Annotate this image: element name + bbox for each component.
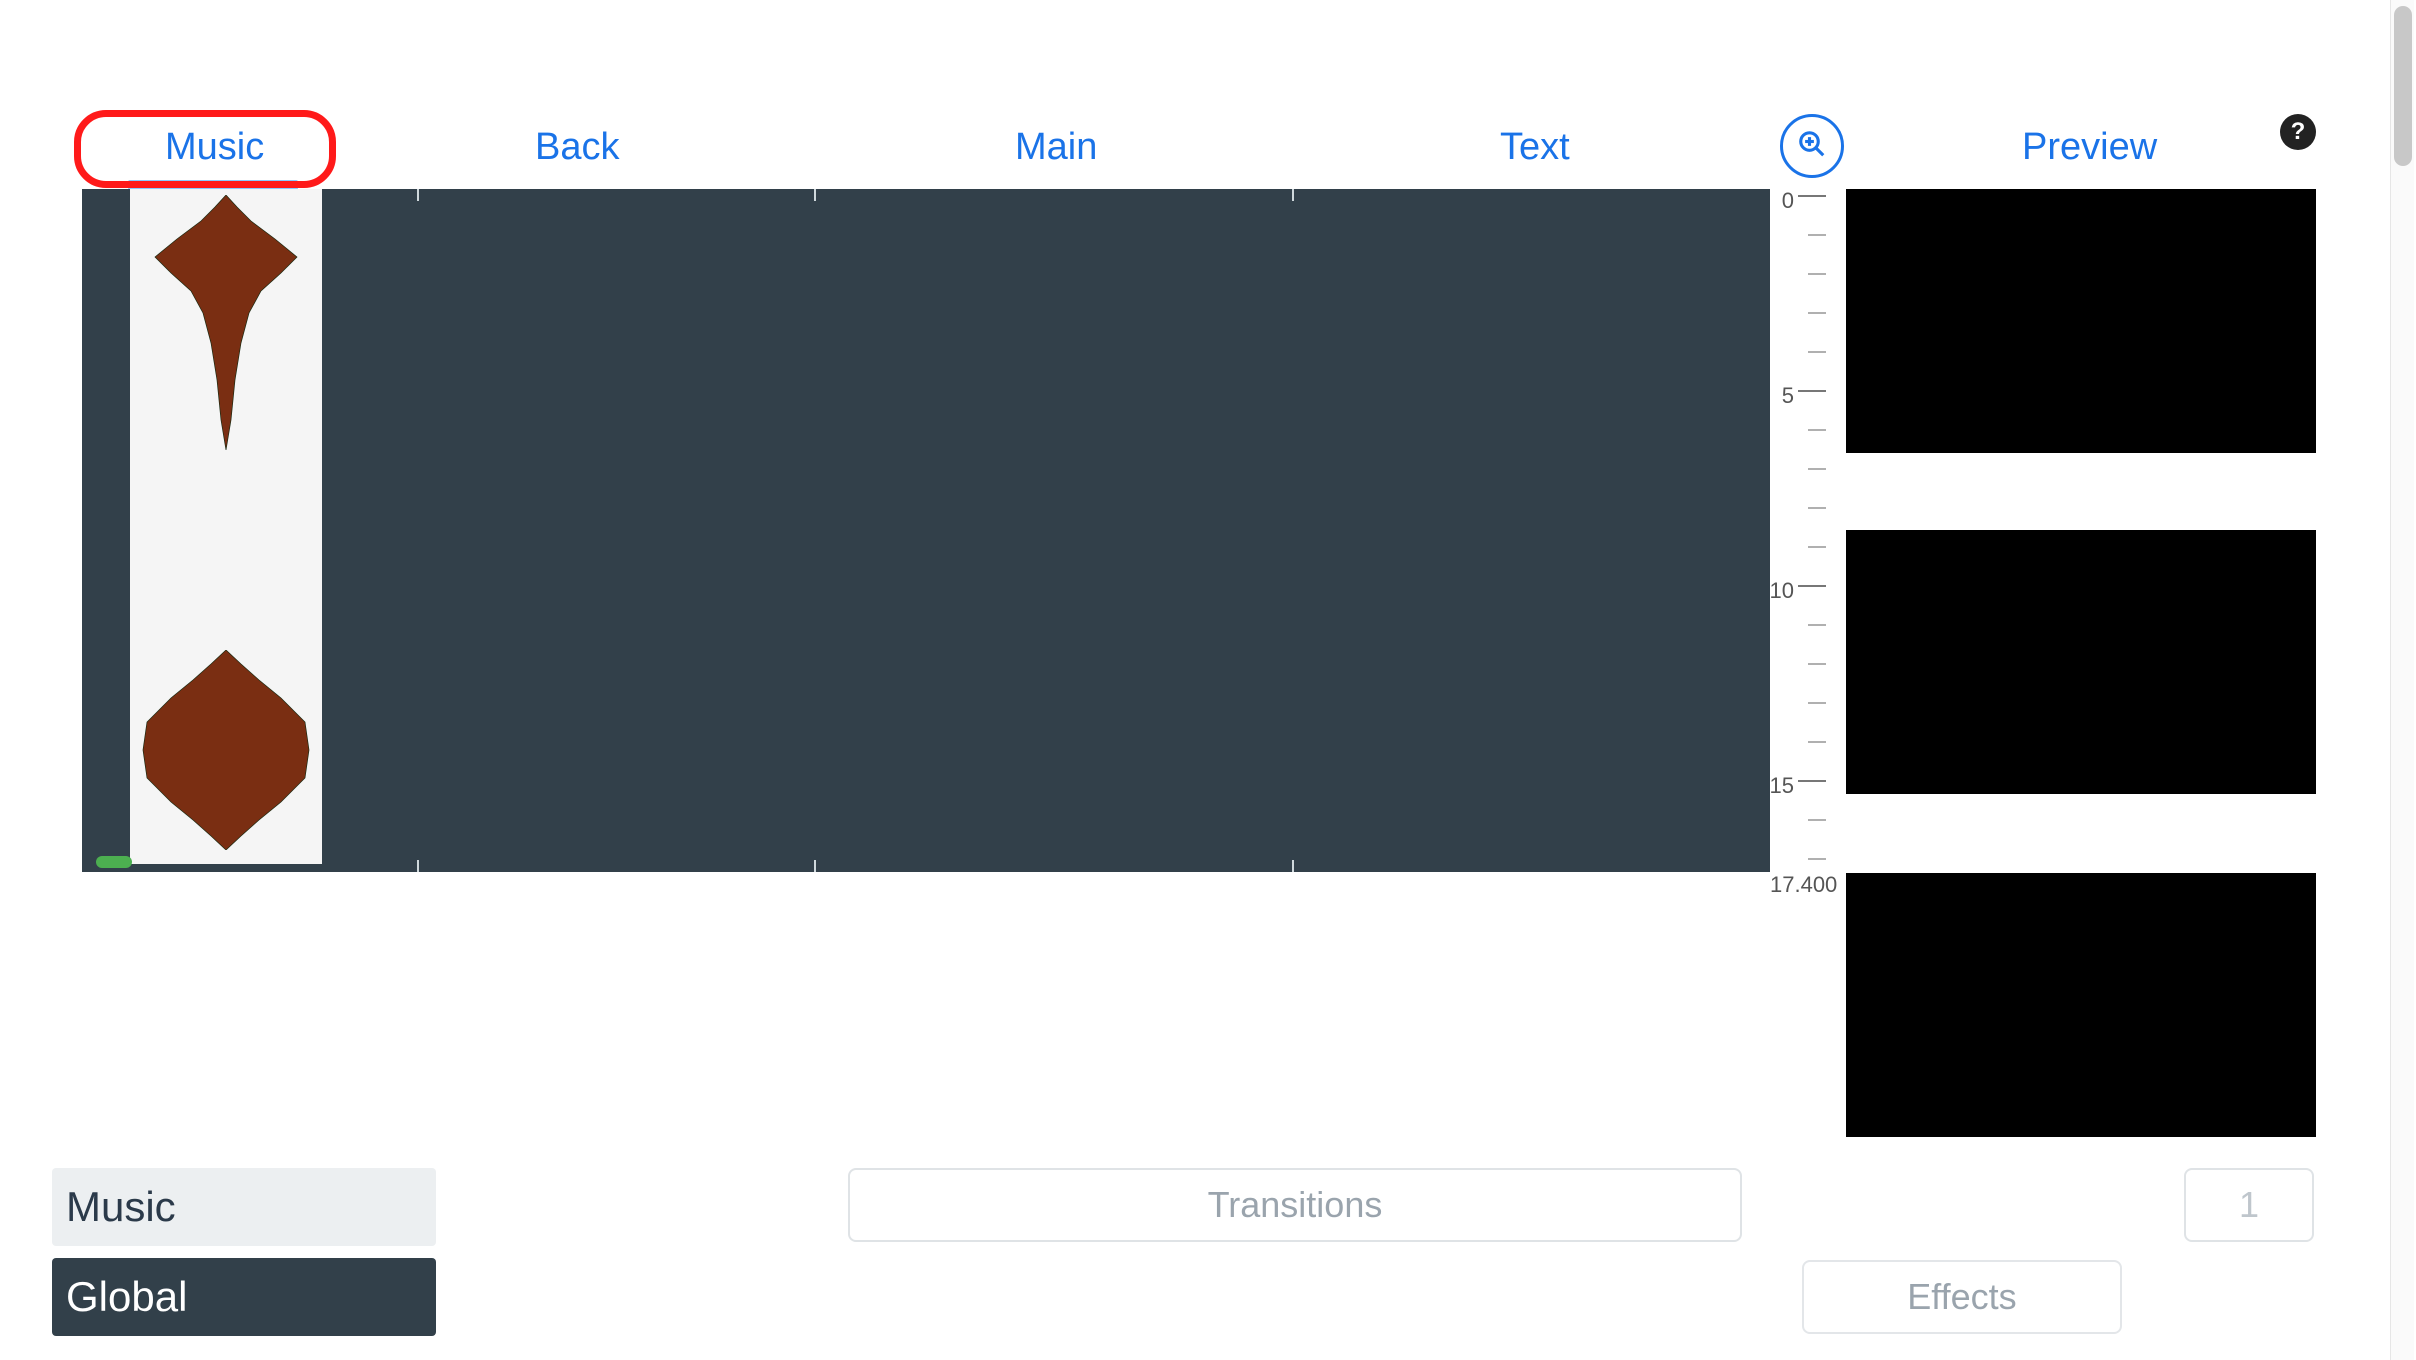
panel-toggle-music-label: Music	[66, 1183, 176, 1231]
timeline-duration: 17.400	[1770, 872, 1837, 898]
ruler-label-5: 5	[1782, 383, 1794, 409]
app-root: Music Back Main Text Preview ?	[0, 0, 2416, 1360]
tabs-row: Music Back Main Text Preview ?	[80, 120, 2320, 190]
scrollbar-thumb[interactable]	[2394, 6, 2412, 166]
zoom-in-icon	[1797, 129, 1827, 164]
page-number-value: 1	[2239, 1184, 2259, 1226]
preview-thumbnail-3[interactable]	[1846, 873, 2316, 1137]
timeline-divider	[1292, 860, 1294, 872]
tab-music[interactable]: Music	[165, 126, 264, 169]
preview-thumbnail-2[interactable]	[1846, 530, 2316, 794]
waveform-2	[141, 650, 311, 850]
ruler-label-0: 0	[1782, 188, 1794, 214]
page-number-input[interactable]: 1	[2184, 1168, 2314, 1242]
tab-main[interactable]: Main	[1015, 126, 1097, 169]
audio-clip[interactable]	[130, 189, 322, 864]
transitions-button[interactable]: Transitions	[848, 1168, 1742, 1242]
panel-toggle-music[interactable]: Music	[52, 1168, 436, 1246]
clip-trim-handle[interactable]	[96, 856, 132, 868]
timeline-divider	[814, 189, 816, 201]
zoom-in-button[interactable]	[1780, 114, 1844, 178]
timeline-canvas[interactable]	[82, 189, 1770, 872]
ruler-label-10: 10	[1770, 578, 1794, 604]
preview-thumbnail-1[interactable]	[1846, 189, 2316, 453]
effects-button[interactable]: Effects	[1802, 1260, 2122, 1334]
tab-preview[interactable]: Preview	[2022, 126, 2157, 169]
ruler-label-15: 15	[1770, 773, 1794, 799]
help-icon: ?	[2291, 118, 2306, 146]
waveform-1	[141, 195, 311, 450]
timeline-divider	[814, 860, 816, 872]
effects-button-label: Effects	[1907, 1276, 2016, 1318]
tab-back[interactable]: Back	[535, 126, 619, 169]
vertical-scrollbar[interactable]	[2390, 0, 2414, 1360]
help-button[interactable]: ?	[2280, 114, 2316, 150]
timeline-divider	[417, 189, 419, 201]
timeline-divider	[417, 860, 419, 872]
timeline-divider	[1292, 189, 1294, 201]
panel-toggle-global-label: Global	[66, 1273, 187, 1321]
panel-toggle-global[interactable]: Global	[52, 1258, 436, 1336]
transitions-button-label: Transitions	[1208, 1184, 1383, 1226]
tab-text[interactable]: Text	[1500, 126, 1570, 169]
time-ruler: 0 5 10 15	[1770, 189, 1826, 872]
